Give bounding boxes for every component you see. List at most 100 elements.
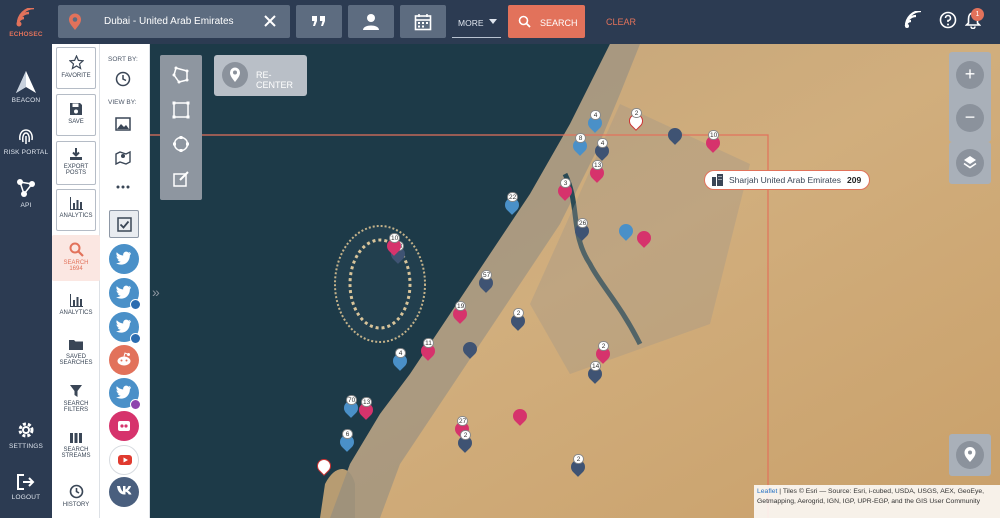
layers-icon: [963, 156, 977, 169]
calendar-icon: [414, 14, 432, 31]
select-all-checkbox[interactable]: [109, 210, 139, 238]
twitter-geo-icon: [116, 285, 131, 299]
more-options-icon[interactable]: [115, 184, 131, 190]
logout-icon: [17, 474, 35, 490]
recenter-button[interactable]: RE-CENTER: [214, 55, 307, 96]
drop-pin-circle: [956, 441, 984, 469]
recenter-circle: [222, 62, 248, 88]
notification-badge: 1: [971, 8, 984, 21]
favorite-button[interactable]: FAVORITE: [56, 47, 96, 89]
zoom-out-button[interactable]: −: [956, 104, 984, 132]
search-streams-button[interactable]: SEARCH STREAMS: [56, 428, 96, 459]
nav-label-api: API: [20, 202, 32, 209]
leaflet-link[interactable]: Leaflet: [757, 488, 777, 495]
marker-count: 13: [361, 397, 373, 407]
edit-icon[interactable]: [172, 170, 190, 188]
saved-searches-button[interactable]: SAVED SEARCHES: [56, 334, 96, 366]
beacon-icon: [16, 71, 36, 93]
rectangle-draw-icon[interactable]: [172, 101, 190, 119]
marker-count: 3: [560, 178, 571, 188]
history-icon: [69, 484, 83, 499]
twitter-facebook-icon: [116, 319, 131, 333]
nav-label-settings: SETTINGS: [8, 443, 44, 450]
history-button[interactable]: HISTORY: [56, 480, 96, 508]
circle-draw-icon[interactable]: [172, 135, 190, 153]
save-button[interactable]: SAVE: [56, 94, 96, 136]
more-dropdown[interactable]: MORE: [452, 5, 501, 38]
marker-count: 2: [573, 454, 584, 464]
location-field[interactable]: Dubai - United Arab Emirates: [58, 5, 290, 38]
marker-count: 14: [590, 361, 602, 371]
marker-count: 10: [708, 130, 720, 140]
app-window: ECHOSEC BEACON RISK PORTAL API SETTINGS …: [0, 0, 1000, 518]
fingerprint-icon: [19, 129, 33, 144]
marker-count: 4: [590, 110, 601, 120]
source-twitter-instagram[interactable]: [109, 378, 141, 410]
search-button[interactable]: SEARCH: [508, 5, 585, 38]
marker-count: 13: [592, 160, 604, 170]
folder-icon: [69, 340, 83, 350]
more-label: MORE: [458, 18, 484, 28]
search-label: SEARCH: [540, 18, 578, 28]
help-icon[interactable]: [939, 11, 957, 29]
marker-count: 2: [598, 341, 609, 351]
youtube-icon: [118, 455, 132, 465]
expand-panel-arrow[interactable]: »: [152, 284, 160, 300]
polygon-draw-icon[interactable]: [172, 66, 190, 84]
region-cluster-label[interactable]: Sharjah United Arab Emirates 209: [704, 170, 871, 190]
layers-button[interactable]: [949, 142, 991, 184]
marker-count: 11: [423, 338, 434, 348]
download-icon: [70, 148, 82, 160]
source-vk[interactable]: [109, 477, 139, 507]
search-filters-label: SEARCH FILTERS: [63, 401, 89, 413]
zoom-in-button[interactable]: +: [956, 61, 984, 89]
map-view-icon[interactable]: [115, 149, 131, 165]
source-twitter-geo[interactable]: [109, 278, 141, 310]
image-icon[interactable]: [115, 117, 131, 131]
map-view[interactable]: » RE-CENTER + − 4 10 2 8 4 13 22 3 26 57 19 2 11 4 14 2…: [150, 44, 1000, 518]
user-button[interactable]: [348, 5, 394, 38]
nav-item-beacon[interactable]: BEACON: [0, 70, 52, 104]
flickr-icon: [118, 421, 130, 431]
marker-count: 2: [460, 430, 471, 440]
search-streams-label: SEARCH STREAMS: [61, 447, 91, 459]
nav-label-logout: LOGOUT: [11, 494, 41, 501]
marker-count: 8: [575, 133, 586, 143]
drop-pin-button[interactable]: [949, 434, 991, 476]
satellite-map[interactable]: [150, 44, 1000, 518]
source-flickr[interactable]: [109, 411, 139, 441]
marker-count: 19: [455, 301, 467, 311]
export-label: EXPORT POSTS: [63, 164, 89, 176]
clock-icon[interactable]: [115, 71, 131, 87]
close-icon[interactable]: [262, 13, 278, 29]
star-icon: [68, 55, 84, 70]
recenter-label: RE-CENTER: [256, 70, 294, 90]
echosec-logo[interactable]: ECHOSEC: [0, 8, 52, 38]
analytics-box-button[interactable]: ANALYTICS: [56, 189, 96, 231]
source-reddit[interactable]: [109, 345, 139, 375]
source-youtube[interactable]: [109, 445, 139, 475]
nav-item-settings[interactable]: SETTINGS: [0, 420, 52, 450]
quote-icon: [312, 16, 325, 26]
export-posts-button[interactable]: EXPORT POSTS: [56, 141, 96, 185]
nav-item-api[interactable]: API: [0, 177, 52, 209]
brand-name: ECHOSEC: [9, 31, 43, 38]
clear-button[interactable]: CLEAR: [606, 17, 636, 27]
map-attribution: Leaflet | Tiles © Esri — Source: Esri, i…: [754, 485, 1000, 518]
gear-icon: [18, 422, 34, 438]
marker-count: 57: [481, 270, 493, 280]
analytics-button[interactable]: ANALYTICS: [56, 290, 96, 316]
date-button[interactable]: [400, 5, 446, 38]
top-bar: Dubai - United Arab Emirates MORE SEARCH…: [52, 0, 1000, 44]
nav-item-logout[interactable]: LOGOUT: [0, 473, 52, 501]
layers-circle: [956, 149, 984, 177]
search-filters-button[interactable]: SEARCH FILTERS: [56, 380, 96, 413]
source-twitter[interactable]: [109, 244, 139, 274]
source-twitter-facebook[interactable]: [109, 312, 141, 344]
source-sub-badge: [130, 333, 141, 344]
save-label: SAVE: [68, 119, 84, 125]
echosec-signal-icon[interactable]: [903, 11, 927, 29]
nav-item-risk-portal[interactable]: RISK PORTAL: [0, 126, 52, 156]
keyword-button[interactable]: [296, 5, 342, 38]
search-tab[interactable]: SEARCH 1694: [52, 235, 100, 281]
